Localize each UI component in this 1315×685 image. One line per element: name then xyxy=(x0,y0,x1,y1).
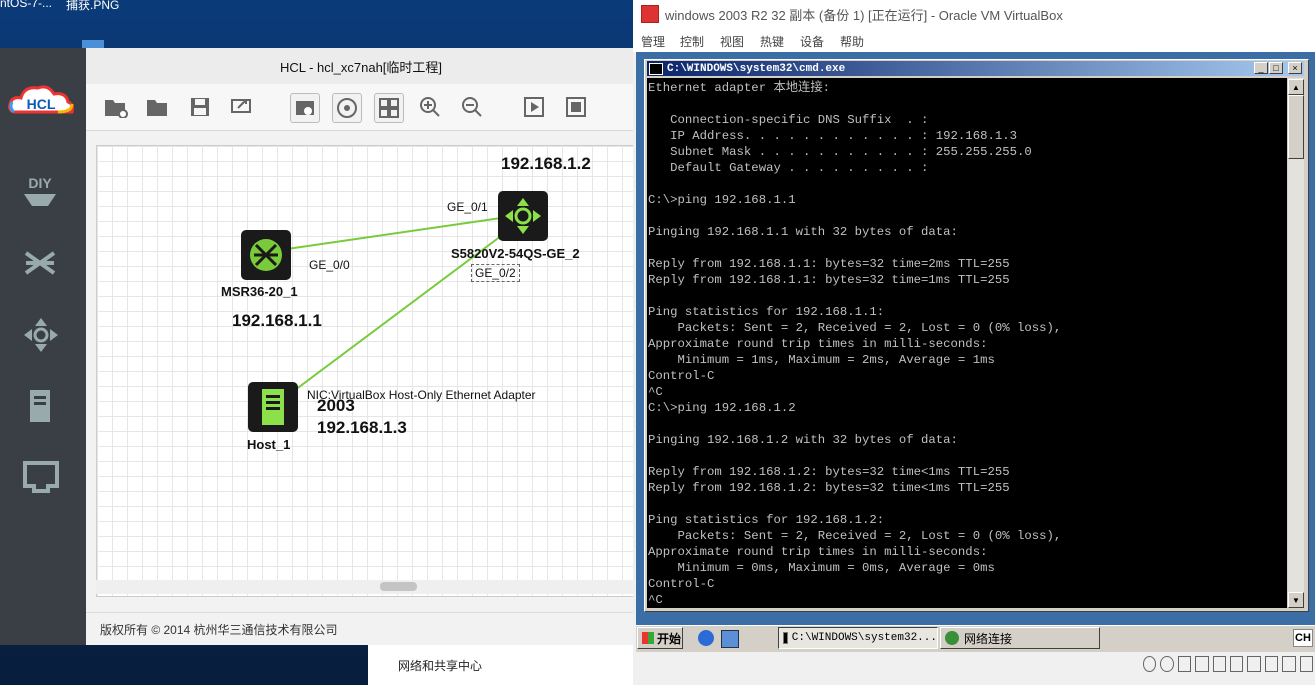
cmd-icon xyxy=(783,632,788,644)
server-icon[interactable] xyxy=(28,388,54,424)
windows-logo-icon xyxy=(642,632,654,644)
console-text: Ethernet adapter 本地连接: Connection-specif… xyxy=(648,81,1062,607)
desktop-file-label[interactable]: ntOS-7-... xyxy=(0,0,52,10)
start-button[interactable]: 开始 xyxy=(637,627,683,649)
export-icon[interactable] xyxy=(228,93,256,121)
canvas-horizontal-scrollbar[interactable] xyxy=(96,580,636,594)
router-port-ge00: GE_0/0 xyxy=(309,258,350,272)
grid-layout-icon[interactable] xyxy=(374,93,404,123)
host-key-icon[interactable] xyxy=(1299,656,1314,672)
start-all-icon[interactable] xyxy=(520,93,548,121)
hcl-window-title: HCL - hcl_xc7nah[临时工程] xyxy=(279,59,443,75)
zoom-in-icon[interactable] xyxy=(416,93,444,121)
network-center-window: 网络和共享中心 xyxy=(368,645,633,685)
host-name[interactable]: Host_1 xyxy=(247,437,290,452)
topology-canvas[interactable]: 192.168.1.2 GE_0/1 S5820V2-54QS-GE_2 GE_… xyxy=(96,145,638,597)
display-icon[interactable] xyxy=(1212,656,1227,672)
taskbar-network-button[interactable]: 网络连接 xyxy=(940,627,1100,649)
recording-icon[interactable] xyxy=(1247,656,1261,672)
port-icon[interactable] xyxy=(22,460,60,494)
vm-status-icons xyxy=(1143,656,1314,676)
scroll-up-icon[interactable]: ▲ xyxy=(1288,79,1304,95)
router-name[interactable]: MSR36-20_1 xyxy=(221,284,298,299)
network-adapter-icon[interactable] xyxy=(1230,656,1244,672)
diy-icon[interactable]: DIY xyxy=(20,172,60,212)
mouse-integration-icon[interactable] xyxy=(1282,656,1296,672)
quick-launch-icon[interactable] xyxy=(721,630,739,648)
hcl-logo-text: HCL xyxy=(27,96,56,112)
network-center-label[interactable]: 网络和共享中心 xyxy=(398,657,482,674)
cmd-window-title: C:\WINDOWS\system32\cmd.exe xyxy=(667,62,846,75)
menu-control[interactable]: 控制 xyxy=(680,33,704,50)
switch-port-ge01: GE_0/1 xyxy=(447,200,488,214)
copyright-text: 版权所有 © 2014 杭州华三通信技术有限公司 xyxy=(100,622,338,637)
stop-all-icon[interactable] xyxy=(562,93,590,121)
open-folder-icon[interactable] xyxy=(144,93,172,121)
input-language-indicator[interactable]: CH xyxy=(1293,629,1313,647)
menu-view[interactable]: 视图 xyxy=(720,33,744,50)
new-project-icon[interactable] xyxy=(102,93,130,121)
link-msr-switch xyxy=(286,217,502,250)
zoom-out-icon[interactable] xyxy=(458,93,486,121)
switch-port-ge02: GE_0/2 xyxy=(471,264,520,282)
switch-device-icon[interactable] xyxy=(498,191,548,241)
console-scroll-thumb[interactable] xyxy=(1288,95,1304,159)
hcl-title-bar: HCL - hcl_xc7nah[临时工程] xyxy=(86,48,636,84)
topology-links xyxy=(286,217,502,397)
shared-folder-icon[interactable] xyxy=(1195,656,1209,672)
canvas-scroll-thumb[interactable] xyxy=(380,582,417,591)
hcl-toolbar xyxy=(86,84,636,131)
maximize-button[interactable]: □ xyxy=(1269,62,1283,74)
console-output[interactable]: Ethernet adapter 本地连接: Connection-specif… xyxy=(647,78,1287,608)
menu-help[interactable]: 帮助 xyxy=(840,33,864,50)
switch-ip: 192.168.1.2 xyxy=(501,154,591,173)
ie-icon[interactable] xyxy=(698,630,714,646)
taskbar-cmd-button[interactable]: C:\WINDOWS\system32... xyxy=(778,627,938,649)
host-ip: 192.168.1.3 xyxy=(317,418,407,437)
hcl-footer: 版权所有 © 2014 杭州华三通信技术有限公司 xyxy=(86,612,636,645)
cd-icon[interactable] xyxy=(1160,656,1174,672)
usb-icon[interactable] xyxy=(1177,656,1192,672)
switch-icon[interactable] xyxy=(22,245,58,281)
virtualbox-app-icon xyxy=(641,5,659,23)
screenshot-icon[interactable] xyxy=(290,93,320,123)
cpu-icon[interactable] xyxy=(1264,656,1279,672)
scroll-down-icon[interactable]: ▼ xyxy=(1288,592,1304,608)
virtualbox-title-bar: windows 2003 R2 32 副本 (备份 1) [正在运行] - Or… xyxy=(633,0,1315,28)
optical-drive-icon[interactable] xyxy=(1143,656,1157,672)
desktop-file-label[interactable]: 捕获.PNG xyxy=(66,0,119,13)
svg-text:DIY: DIY xyxy=(28,175,52,191)
menu-manage[interactable]: 管理 xyxy=(641,33,665,50)
topology-icon[interactable] xyxy=(332,93,362,123)
router-ip: 192.168.1.1 xyxy=(232,311,322,330)
router-device-icon[interactable] xyxy=(241,230,291,280)
switch-name[interactable]: S5820V2-54QS-GE_2 xyxy=(451,246,580,261)
menu-devices[interactable]: 设备 xyxy=(800,33,824,50)
hcl-logo: HCL xyxy=(6,82,76,122)
save-icon[interactable] xyxy=(186,93,214,121)
virtualbox-menu-bar: 管理 控制 视图 热键 设备 帮助 xyxy=(633,28,1315,52)
router-icon[interactable] xyxy=(22,316,60,354)
close-button[interactable]: × xyxy=(1288,62,1302,74)
network-icon xyxy=(945,631,959,645)
menu-hotkey[interactable]: 热键 xyxy=(760,33,784,50)
host-device-icon[interactable] xyxy=(248,382,298,432)
virtualbox-status-bar xyxy=(633,652,1315,685)
cmd-icon xyxy=(649,62,663,75)
minimize-button[interactable]: _ xyxy=(1254,62,1268,74)
cmd-title-bar: C:\WINDOWS\system32\cmd.exe xyxy=(647,61,1304,76)
host-os-label: 2003 xyxy=(317,396,355,415)
virtualbox-window-title: windows 2003 R2 32 副本 (备份 1) [正在运行] - Or… xyxy=(665,7,1063,23)
